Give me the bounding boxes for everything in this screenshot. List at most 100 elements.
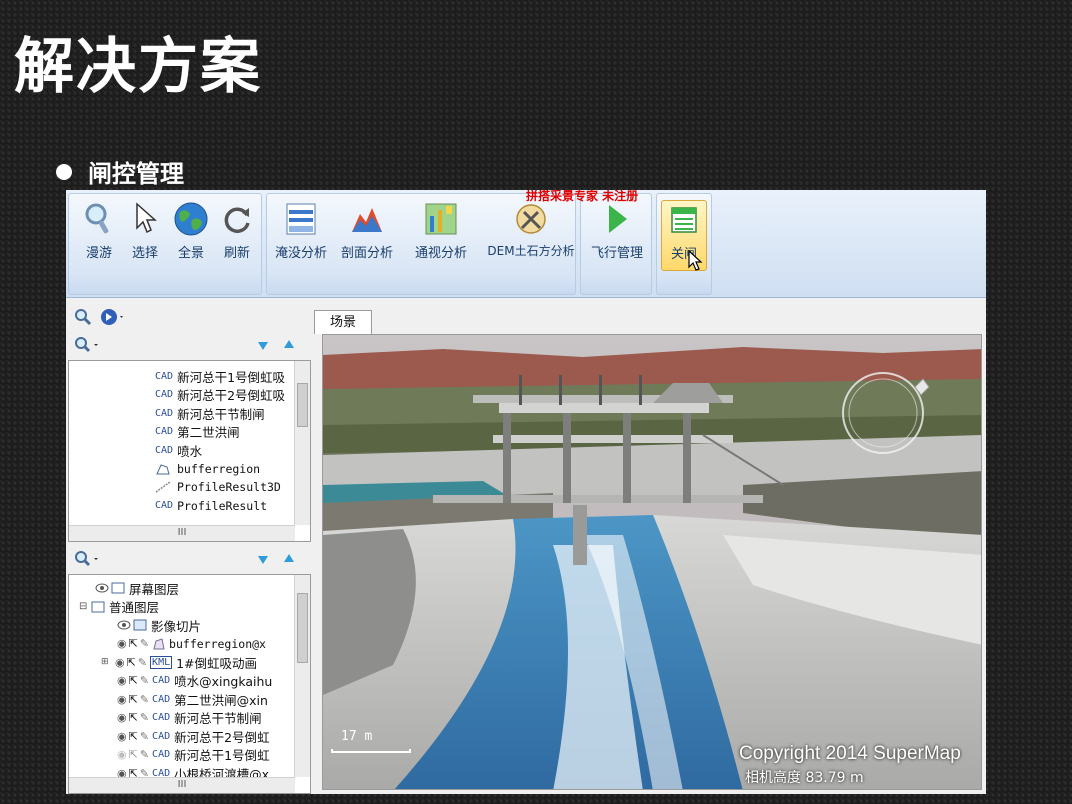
gate-table-icon [667, 203, 701, 237]
scene-viewport[interactable]: 17 m Copyright 2014 SuperMap 相机高度 83.79 … [322, 334, 982, 790]
tree-item[interactable]: ProfileResult3D [155, 478, 310, 497]
refresh-icon [220, 202, 254, 236]
tree-item[interactable]: CAD ProfileResult [155, 497, 310, 516]
copyright-text: Copyright 2014 SuperMap [739, 743, 961, 764]
collapse-icon[interactable]: ⊟ [79, 601, 91, 612]
scene-layer-item[interactable]: ◉ ⇱ ✎ CAD 新河总干2号倒虹 [79, 727, 310, 746]
magnifier-icon [82, 202, 116, 236]
ribbon-group-gate: 关闸 [656, 193, 712, 295]
tree-item[interactable]: CAD 新河总干节制闸 [155, 404, 310, 423]
eye-icon: ◉ [117, 692, 127, 706]
move-down-icon[interactable] [256, 338, 270, 352]
scale-label: 17 m [341, 729, 373, 744]
tree-item[interactable]: CAD 第二世洪闸 [155, 423, 310, 442]
scene-layer-item[interactable]: ◉ ⇱ ✎ CAD 喷水@xingkaihu [79, 672, 310, 691]
eye-icon[interactable] [95, 582, 109, 594]
scene-layer-item[interactable]: ◉ ⇱ ✎ CAD 新河总干节制闸 [79, 709, 310, 728]
eye-icon: ◉ [117, 729, 127, 743]
search-dropdown-icon[interactable] [74, 336, 100, 354]
edit-pencil-icon: ✎ [139, 711, 150, 725]
region-icon [153, 638, 165, 650]
vscroll-thumb[interactable] [297, 593, 308, 663]
region-icon [156, 464, 170, 475]
mountain-profile-icon [350, 202, 384, 236]
flood-icon [284, 202, 318, 236]
tab-scene[interactable]: 场景 [314, 310, 372, 334]
scene-tree-vscroll[interactable] [294, 575, 310, 777]
select-cursor-icon: ⇱ [128, 711, 138, 725]
watermark: 拼搭采景专家 未注册 [526, 190, 639, 203]
eye-icon: ◉ [117, 748, 127, 762]
camera-altitude: 相机高度 83.79 m [745, 770, 864, 786]
edit-pencil-icon: ✎ [139, 692, 150, 706]
line-icon [155, 481, 171, 493]
scene-layer-item[interactable]: ◉ ⇱ ✎ bufferregion@x [79, 635, 310, 654]
vscroll-thumb[interactable] [297, 383, 308, 427]
flood-analysis-button[interactable]: 淹没分析 [271, 202, 331, 261]
forward-dropdown-icon[interactable] [100, 308, 126, 326]
select-cursor-icon: ⇱ [128, 748, 138, 762]
tree-item[interactable]: CAD 新河总干2号倒虹吸 [155, 386, 310, 405]
layer-tree: CAD 新河总干1号倒虹吸 CAD 新河总干2号倒虹吸 CAD 新河总干节制闸 CAD… [68, 360, 311, 542]
dem-earthwork-button[interactable]: DEM土石方分析 [487, 202, 575, 259]
earthwork-tools-icon [514, 202, 548, 236]
select-cursor-icon: ⇱ [128, 692, 138, 706]
layer-tree-list: CAD 新河总干1号倒虹吸 CAD 新河总干2号倒虹吸 CAD 新河总干节制闸 CAD… [69, 361, 310, 515]
edit-pencil-icon: ✎ [139, 729, 150, 743]
edit-pencil-icon: ✎ [139, 674, 150, 688]
image-tiles-node[interactable]: 影像切片 [79, 616, 310, 635]
play-icon [600, 202, 634, 236]
ribbon-group-navigation: 漫游 选择 全景 刷新 [68, 193, 262, 295]
bullet-dot [56, 163, 72, 180]
refresh-button[interactable]: 刷新 [207, 202, 267, 261]
scene-layer-item[interactable]: ◉ ⇱ ✎ CAD 第二世洪闸@xin [79, 690, 310, 709]
globe-icon [174, 202, 208, 236]
pointer-icon [128, 202, 162, 236]
layer-folder-icon [91, 601, 105, 613]
flight-manager-button[interactable]: 飞行管理 [587, 202, 647, 261]
edit-pencil-icon: ✎ [139, 748, 150, 762]
scene-layer-item[interactable]: ⊞ ◉ ⇱ ✎ KML 1#倒虹吸动画 [79, 653, 310, 672]
scene-layer-list: 屏幕图层 ⊟ 普通图层 影像切片 ◉ ⇱ ✎ bufferregion@x ⊞ … [69, 575, 310, 783]
scene-layer-tree: 屏幕图层 ⊟ 普通图层 影像切片 ◉ ⇱ ✎ bufferregion@x ⊞ … [68, 574, 311, 794]
eye-icon[interactable] [117, 619, 131, 631]
sightline-icon [424, 202, 458, 236]
layer-tree-hscroll[interactable]: III [69, 525, 295, 541]
eye-icon: ◉ [117, 711, 127, 725]
slide-title: 解决方案 [14, 32, 262, 102]
screen-layers-node[interactable]: 屏幕图层 [79, 579, 310, 598]
sight-analysis-button[interactable]: 通视分析 [411, 202, 471, 261]
scene-area: 场景 17 m Copyright 2014 SuperMap 相机高度 83.… [314, 300, 986, 794]
mouse-cursor-icon [688, 250, 703, 271]
ribbon-group-flight: 飞行管理 [580, 193, 652, 295]
layer-tree-vscroll[interactable] [294, 361, 310, 525]
edit-pencil-icon: ✎ [139, 637, 150, 651]
scene-tree-hscroll[interactable]: III [69, 777, 295, 793]
select-cursor-icon: ⇱ [128, 637, 138, 651]
bullet-text: 闸控管理 [88, 160, 184, 188]
bullet-item: 闸控管理 [56, 154, 184, 189]
normal-layers-node[interactable]: ⊟ 普通图层 [79, 598, 310, 617]
search-icon[interactable] [74, 308, 92, 326]
tree-item[interactable]: CAD 喷水 [155, 441, 310, 460]
edit-pencil-icon: ✎ [137, 655, 148, 669]
eye-icon: ◉ [117, 637, 127, 651]
ribbon: 漫游 选择 全景 刷新 淹没分析 剖面分析 通视分析 DEM土石方分析 飞行管理… [66, 190, 986, 298]
select-cursor-icon: ⇱ [126, 655, 136, 669]
scale-bar [331, 749, 411, 753]
tree-item[interactable]: CAD 新河总干1号倒虹吸 [155, 367, 310, 386]
move-up-icon[interactable] [282, 552, 296, 566]
scene-3d-view [323, 335, 981, 789]
move-down-icon[interactable] [256, 552, 270, 566]
image-icon [133, 619, 147, 631]
tree-item[interactable]: bufferregion [155, 460, 310, 479]
scene-layer-item[interactable]: ◉ ⇱ ✎ CAD 新河总干1号倒虹 [79, 746, 310, 765]
move-up-icon[interactable] [282, 338, 296, 352]
panel-toolbar [66, 304, 312, 330]
layer-folder-icon [111, 582, 125, 594]
select-cursor-icon: ⇱ [128, 674, 138, 688]
select-cursor-icon: ⇱ [128, 729, 138, 743]
profile-analysis-button[interactable]: 剖面分析 [337, 202, 397, 261]
search-dropdown-icon[interactable] [74, 550, 100, 568]
tree-toolbar-2 [66, 546, 312, 572]
